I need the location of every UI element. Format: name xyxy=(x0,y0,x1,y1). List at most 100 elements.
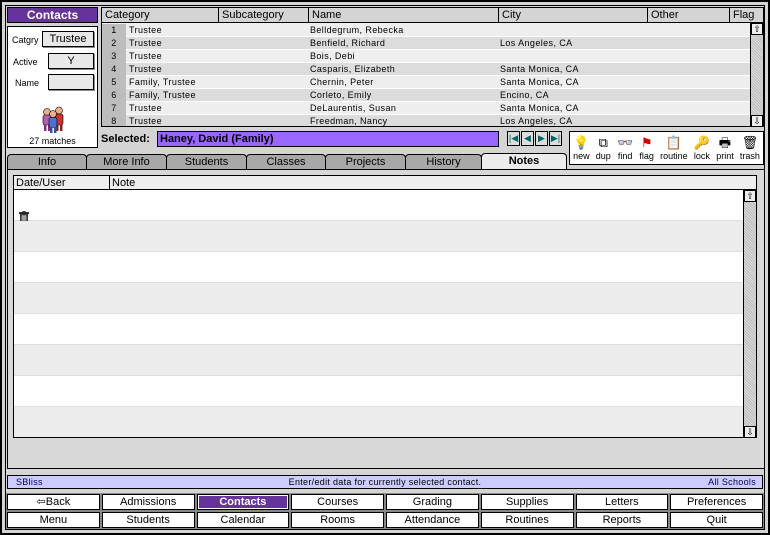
clipboard-icon: 📋 xyxy=(665,135,682,150)
active-filter-field[interactable]: Y xyxy=(48,53,94,69)
name-filter-field[interactable] xyxy=(48,74,94,90)
tab-notes[interactable]: Notes xyxy=(481,153,567,170)
cell-category: Trustee xyxy=(129,103,162,113)
table-row[interactable]: 1 Trustee Belldegrum, Rebecka xyxy=(102,24,750,37)
nav-reports-button[interactable]: Reports xyxy=(575,512,669,528)
notes-row[interactable] xyxy=(14,376,743,407)
tab-classes[interactable]: Classes xyxy=(246,154,326,169)
notes-panel: Date/User Note ⇧ ⇩ xyxy=(7,169,765,469)
main-nav-row-2: Menu Students Calendar Rooms Attendance … xyxy=(7,512,763,528)
tab-projects[interactable]: Projects xyxy=(325,154,406,169)
nav-admissions-button[interactable]: Admissions xyxy=(101,494,195,510)
column-header-subcategory[interactable]: Subcategory xyxy=(219,8,309,23)
row-number: 6 xyxy=(102,89,126,102)
prev-record-button[interactable]: ◀ xyxy=(521,131,534,146)
notes-row[interactable] xyxy=(14,252,743,283)
filter-panel: Catgry Trustee Active Y Name 27 matches xyxy=(7,26,98,148)
nav-menu-button[interactable]: Menu xyxy=(7,512,100,528)
scroll-up-arrow-icon[interactable]: ⇧ xyxy=(751,23,763,35)
column-header-name[interactable]: Name xyxy=(309,8,499,23)
trash-icon: 🗑 xyxy=(741,135,759,150)
column-header-other[interactable]: Other xyxy=(648,8,730,23)
column-header-note[interactable]: Note xyxy=(110,176,744,190)
cell-name: DeLaurentis, Susan xyxy=(310,103,397,113)
row-number: 5 xyxy=(102,76,126,89)
nav-quit-button[interactable]: Quit xyxy=(670,512,763,528)
status-scope: All Schools xyxy=(708,477,756,487)
cell-category: Trustee xyxy=(129,116,162,126)
trash-label: trash xyxy=(739,151,760,161)
nav-calendar-button[interactable]: Calendar xyxy=(196,512,290,528)
flag-icon: ⚑ xyxy=(640,135,653,150)
nav-students-button[interactable]: Students xyxy=(101,512,195,528)
nav-supplies-button[interactable]: Supplies xyxy=(480,494,574,510)
notes-row[interactable] xyxy=(14,190,743,222)
notes-row[interactable] xyxy=(14,221,743,252)
grid-scrollbar[interactable]: ⇧ ⇩ xyxy=(750,23,763,126)
cell-category: Family, Trustee xyxy=(129,90,196,100)
nav-preferences-button[interactable]: Preferences xyxy=(670,494,763,510)
next-record-button[interactable]: ▶ xyxy=(535,131,548,146)
tab-info[interactable]: Info xyxy=(7,154,87,169)
first-record-button[interactable]: |◀ xyxy=(507,131,520,146)
table-row[interactable]: 4 Trustee Casparis, Elizabeth Santa Monica,… xyxy=(102,63,750,76)
active-filter-label: Active xyxy=(13,57,38,67)
row-number: 3 xyxy=(102,50,126,63)
table-row[interactable]: 6 Family, Trustee Corleto, Emily Encino, CA xyxy=(102,89,750,102)
row-number: 8 xyxy=(102,115,126,126)
scroll-up-arrow-icon[interactable]: ⇧ xyxy=(744,190,756,202)
notes-row[interactable] xyxy=(14,283,743,314)
nav-attendance-button[interactable]: Attendance xyxy=(386,512,479,528)
cell-category: Family, Trustee xyxy=(129,77,196,87)
trash-button[interactable]: 🗑 trash xyxy=(737,132,763,164)
tab-more-info[interactable]: More Info xyxy=(86,154,167,169)
last-record-button[interactable]: ▶| xyxy=(549,131,562,146)
column-header-category[interactable]: Category xyxy=(102,8,219,23)
dup-button[interactable]: ⧉ dup xyxy=(593,132,614,164)
nav-rooms-button[interactable]: Rooms xyxy=(291,512,384,528)
tab-students[interactable]: Students xyxy=(166,154,247,169)
duplicate-icon: ⧉ xyxy=(598,135,608,150)
scroll-down-arrow-icon[interactable]: ⇩ xyxy=(744,426,756,437)
nav-routines-button[interactable]: Routines xyxy=(480,512,574,528)
tab-history[interactable]: History xyxy=(405,154,482,169)
nav-letters-button[interactable]: Letters xyxy=(575,494,669,510)
nav-grading-button[interactable]: Grading xyxy=(386,494,479,510)
nav-back-label: Back xyxy=(45,496,71,508)
column-header-flag[interactable]: Flag xyxy=(730,8,763,23)
contacts-grid: Category Subcategory Name City Other Fla… xyxy=(101,7,764,127)
table-row[interactable]: 2 Trustee Benfield, Richard Los Angeles, CA xyxy=(102,37,750,50)
category-filter-field[interactable]: Trustee xyxy=(42,31,94,47)
table-row[interactable]: 3 Trustee Bois, Debi xyxy=(102,50,750,63)
notes-row[interactable] xyxy=(14,345,743,376)
cell-city: Los Angeles, CA xyxy=(500,116,573,126)
print-button[interactable]: 🖶 print xyxy=(713,132,737,164)
match-count: 27 matches xyxy=(29,136,76,146)
table-row[interactable]: 8 Trustee Freedman, Nancy Los Angeles, CA xyxy=(102,115,750,126)
column-header-city[interactable]: City xyxy=(499,8,648,23)
module-title: Contacts xyxy=(7,7,98,23)
key-icon: 🔑 xyxy=(693,135,710,150)
table-row[interactable]: 7 Trustee DeLaurentis, Susan Santa Monica, … xyxy=(102,102,750,115)
scroll-down-arrow-icon[interactable]: ⇩ xyxy=(751,115,763,126)
notes-scrollbar[interactable]: ⇧ ⇩ xyxy=(743,190,756,437)
find-button[interactable]: 👓 find xyxy=(614,132,636,164)
routine-label: routine xyxy=(660,151,688,161)
notes-row[interactable] xyxy=(14,314,743,345)
lock-button[interactable]: 🔑 lock xyxy=(691,132,713,164)
column-header-date-user[interactable]: Date/User xyxy=(14,176,110,190)
table-row[interactable]: 5 Family, Trustee Chernin, Peter Santa Moni… xyxy=(102,76,750,89)
cell-name: Casparis, Elizabeth xyxy=(310,64,396,74)
nav-back-button[interactable]: ⇦Back xyxy=(7,494,100,510)
nav-courses-button[interactable]: Courses xyxy=(291,494,384,510)
flag-button[interactable]: ⚑ flag xyxy=(636,132,657,164)
nav-contacts-button[interactable]: Contacts xyxy=(196,494,290,510)
notes-row[interactable] xyxy=(14,407,743,437)
cell-category: Trustee xyxy=(129,51,162,61)
routine-button[interactable]: 📋 routine xyxy=(657,132,691,164)
cell-city: Los Angeles, CA xyxy=(500,38,573,48)
cell-name: Benfield, Richard xyxy=(310,38,386,48)
new-button[interactable]: 💡 new xyxy=(570,132,593,164)
cell-name: Chernin, Peter xyxy=(310,77,374,87)
cell-city: Encino, CA xyxy=(500,90,550,100)
